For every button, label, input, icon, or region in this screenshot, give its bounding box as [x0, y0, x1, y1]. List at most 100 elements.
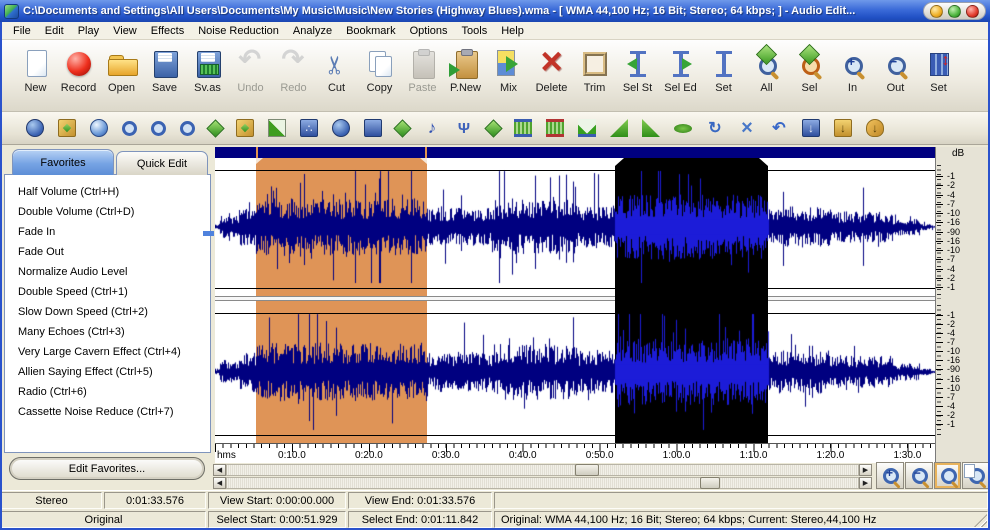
scrollbar-track[interactable]	[226, 464, 859, 476]
favorite-item-very-large-cavern-effect-ctrl-4[interactable]: Very Large Cavern Effect (Ctrl+4)	[5, 342, 210, 362]
menu-edit[interactable]: Edit	[38, 24, 71, 38]
favorite-item-double-volume-ctrl-d[interactable]: Double Volume (Ctrl+D)	[5, 202, 210, 222]
selection-handle-right[interactable]	[759, 158, 768, 166]
wave-frame-blue-icon[interactable]	[514, 119, 532, 137]
horizontal-scrollbar-left-channel[interactable]: ◀ ▶	[213, 464, 872, 476]
minimize-button[interactable]	[930, 5, 943, 18]
toolbar-p-new-button[interactable]: P.New	[444, 47, 487, 94]
toolbar-out-button[interactable]: Out	[874, 47, 917, 94]
tab-favorites[interactable]: Favorites	[12, 149, 114, 175]
pitch-note-icon[interactable]	[423, 119, 441, 137]
menu-effects[interactable]: Effects	[144, 24, 191, 38]
undo-curve-icon[interactable]	[770, 119, 788, 137]
zoom-all-button[interactable]	[962, 462, 990, 489]
menu-file[interactable]: File	[6, 24, 38, 38]
twin-peaks-icon[interactable]	[578, 119, 596, 137]
toolbar-paste-button[interactable]: Paste	[401, 47, 444, 94]
tuning-fork-icon[interactable]	[455, 119, 473, 137]
menu-options[interactable]: Options	[403, 24, 455, 38]
voice-export-icon[interactable]	[866, 119, 884, 137]
chorus-group-icon[interactable]	[300, 119, 318, 137]
binoculars-icon[interactable]	[332, 119, 350, 137]
maximize-button[interactable]	[948, 5, 961, 18]
scrollbar-thumb[interactable]	[700, 477, 720, 489]
toolbar-mix-button[interactable]: Mix	[487, 47, 530, 94]
menu-tools[interactable]: Tools	[455, 24, 495, 38]
close-button[interactable]	[966, 5, 979, 18]
favorite-item-cassette-noise-reduce-ctrl-7[interactable]: Cassette Noise Reduce (Ctrl+7)	[5, 402, 210, 422]
cross-tools-icon[interactable]	[738, 119, 756, 137]
fade-in-icon[interactable]	[610, 119, 628, 137]
time-ruler[interactable]: hms 0:10.00:20.00:30.00:40.00:50.01:00.0…	[215, 443, 935, 463]
toolbar-sel-button[interactable]: Sel	[788, 47, 831, 94]
import-box-icon[interactable]	[802, 119, 820, 137]
favorite-item-many-echoes-ctrl-3[interactable]: Many Echoes (Ctrl+3)	[5, 322, 210, 342]
timer-button-icon[interactable]	[122, 121, 137, 136]
flanger-diamonds-icon[interactable]	[484, 119, 502, 137]
zoom-selection-button[interactable]	[934, 462, 962, 489]
toolbar-record-button[interactable]: Record	[57, 47, 100, 94]
toolbar-set-button[interactable]: Set	[702, 47, 745, 94]
blue-orb-icon[interactable]	[90, 119, 108, 137]
favorite-item-radio-ctrl-6[interactable]: Radio (Ctrl+6)	[5, 382, 210, 402]
equalizer-box-icon[interactable]	[364, 119, 382, 137]
scrollbar-track[interactable]	[226, 477, 859, 489]
menu-analyze[interactable]: Analyze	[286, 24, 339, 38]
waveform-channel-right[interactable]	[215, 301, 935, 443]
toolbar-save-button[interactable]: Save	[143, 47, 186, 94]
toolbar-set-button[interactable]: Set	[917, 47, 960, 94]
toolbar-sv-as-button[interactable]: Sv.as	[186, 47, 229, 94]
highlight-handle-right[interactable]	[420, 158, 427, 164]
zoom-in-button[interactable]	[876, 462, 904, 489]
selection-handle-left[interactable]	[615, 158, 624, 166]
scrollbar-thumb[interactable]	[575, 464, 599, 476]
horizontal-scrollbar-right-channel[interactable]: ◀ ▶	[213, 477, 872, 489]
toolbar-all-button[interactable]: All	[745, 47, 788, 94]
fade-in-out-icon[interactable]	[674, 124, 692, 133]
green-tree-icon[interactable]	[206, 119, 224, 137]
toolbar-delete-button[interactable]: Delete	[530, 47, 573, 94]
favorite-item-fade-in[interactable]: Fade In	[5, 222, 210, 242]
wave-frame-red-icon[interactable]	[546, 119, 564, 137]
menu-view[interactable]: View	[106, 24, 144, 38]
favorite-item-slow-down-speed-ctrl-2[interactable]: Slow Down Speed (Ctrl+2)	[5, 302, 210, 322]
toolbar-new-button[interactable]: New	[14, 47, 57, 94]
toolbar-open-button[interactable]: Open	[100, 47, 143, 94]
scroll-right-button[interactable]: ▶	[859, 477, 872, 489]
favorite-item-allien-saying-effect-ctrl-5[interactable]: Allien Saying Effect (Ctrl+5)	[5, 362, 210, 382]
waveform-channel-left[interactable]	[215, 158, 935, 296]
fade-out-icon[interactable]	[642, 119, 660, 137]
toolbar-redo-button[interactable]: Redo	[272, 47, 315, 94]
loop-circles-icon[interactable]	[151, 121, 166, 136]
menu-play[interactable]: Play	[71, 24, 106, 38]
zoom-out-button[interactable]	[905, 462, 933, 489]
toolbar-trim-button[interactable]: Trim	[573, 47, 616, 94]
toolbar-sel-st-button[interactable]: Sel St	[616, 47, 659, 94]
convert-cycle-icon[interactable]	[706, 119, 724, 137]
position-bar[interactable]	[215, 147, 935, 158]
waveform-area[interactable]: hms 0:10.00:20.00:30.00:40.00:50.01:00.0…	[215, 147, 935, 463]
expand-diamond-icon[interactable]	[393, 119, 411, 137]
toolbar-cut-button[interactable]: Cut	[315, 47, 358, 94]
cassette-export-icon[interactable]	[834, 119, 852, 137]
favorite-item-double-speed-ctrl-1[interactable]: Double Speed (Ctrl+1)	[5, 282, 210, 302]
menu-noise-reduction[interactable]: Noise Reduction	[191, 24, 286, 38]
favorite-item-fade-out[interactable]: Fade Out	[5, 242, 210, 262]
edit-favorites-button[interactable]: Edit Favorites...	[9, 457, 205, 480]
scroll-left-button[interactable]: ◀	[213, 477, 226, 489]
tab-quick-edit[interactable]: Quick Edit	[116, 151, 208, 175]
rotate-timer-icon[interactable]	[180, 121, 195, 136]
volume-ramp-icon[interactable]	[268, 119, 286, 137]
favorite-item-half-volume-ctrl-h[interactable]: Half Volume (Ctrl+H)	[5, 182, 210, 202]
scroll-left-button[interactable]: ◀	[213, 464, 226, 476]
highlight-handle-left[interactable]	[256, 158, 263, 164]
band-box-icon[interactable]	[236, 119, 254, 137]
speaker-mesh-icon[interactable]	[58, 119, 76, 137]
scroll-right-button[interactable]: ▶	[859, 464, 872, 476]
toolbar-sel-ed-button[interactable]: Sel Ed	[659, 47, 702, 94]
toolbar-copy-button[interactable]: Copy	[358, 47, 401, 94]
menu-help[interactable]: Help	[494, 24, 531, 38]
toolbar-in-button[interactable]: In	[831, 47, 874, 94]
favorite-item-normalize-audio-level[interactable]: Normalize Audio Level	[5, 262, 210, 282]
toolbar-undo-button[interactable]: Undo	[229, 47, 272, 94]
